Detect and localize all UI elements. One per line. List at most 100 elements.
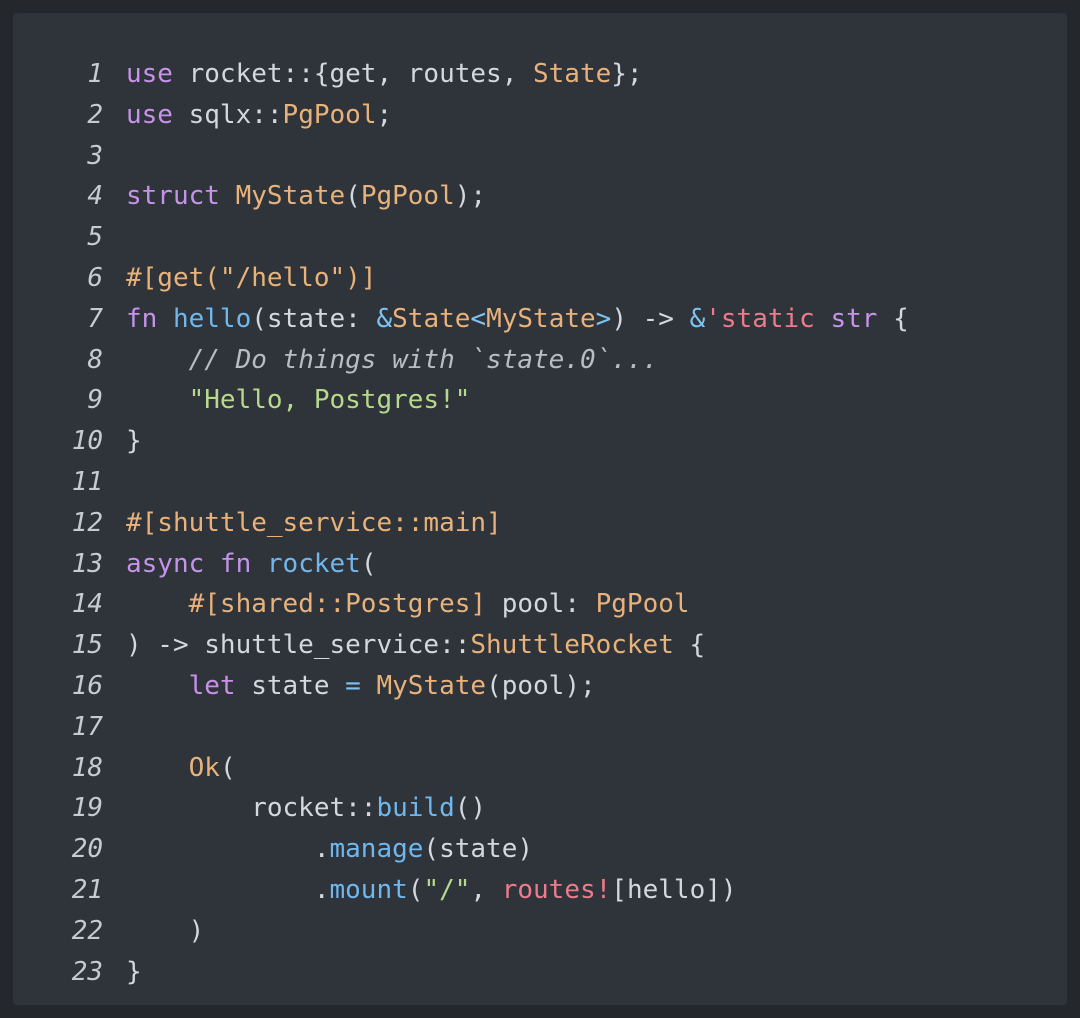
code-token: > xyxy=(595,303,612,334)
code-line: 7 fn hello(state: &State<MyState>) -> &'s… xyxy=(13,299,1067,340)
code-token: . xyxy=(126,834,330,865)
line-number: 10 xyxy=(71,426,103,457)
code-token: rocket xyxy=(266,548,361,579)
code-token: "/" xyxy=(423,874,471,905)
code-line: 18 Ok( xyxy=(13,748,1067,789)
code-line: 13 async fn rocket( xyxy=(13,544,1067,585)
code-line: 9 "Hello, Postgres!" xyxy=(13,380,1067,421)
line-number: 21 xyxy=(71,874,103,905)
line-code: #[shuttle_service::main] xyxy=(126,503,502,544)
line-code: let state = MyState(pool); xyxy=(126,666,596,707)
code-token: , xyxy=(470,874,502,905)
code-token: MyState xyxy=(376,670,487,701)
code-line: 11 xyxy=(13,462,1067,503)
line-code: } xyxy=(126,421,142,462)
line-number: 15 xyxy=(71,630,103,661)
code-token: () xyxy=(454,793,487,824)
code-token: [hello]) xyxy=(611,874,737,905)
code-token: hello xyxy=(172,303,252,334)
line-code: fn hello(state: &State<MyState>) -> &'st… xyxy=(126,299,909,340)
code-token: } xyxy=(126,426,142,457)
line-number: 14 xyxy=(71,589,103,620)
code-token: ( xyxy=(345,181,361,212)
code-token: ShuttleRocket xyxy=(470,630,674,661)
code-token: (pool); xyxy=(486,670,596,701)
code-token: Ok xyxy=(188,752,220,783)
code-token: manage xyxy=(329,834,424,865)
line-code: ) -> shuttle_service::ShuttleRocket { xyxy=(126,625,705,666)
line-code: use rocket::{get, routes, State}; xyxy=(126,54,643,95)
line-number: 13 xyxy=(71,548,103,579)
code-editor-panel: 1 use rocket::{get, routes, State}; 2 use s… xyxy=(13,13,1067,1005)
line-number: 3 xyxy=(87,140,103,171)
line-number: 11 xyxy=(71,466,103,497)
code-line: 2 use sqlx::PgPool; xyxy=(13,95,1067,136)
code-token: #[shared::Postgres] xyxy=(188,589,487,620)
line-code: // Do things with `state.0`... xyxy=(126,340,659,381)
code-token: ; xyxy=(376,99,393,130)
code-line: 23} xyxy=(13,952,1067,993)
line-code: .manage(state) xyxy=(126,829,533,870)
code-token: state xyxy=(235,670,346,701)
line-code: #[get("/hello")] xyxy=(126,258,376,299)
code-token: let xyxy=(188,670,236,701)
line-number: 23 xyxy=(71,956,103,987)
line-number: 4 xyxy=(87,181,103,212)
code-token: PgPool xyxy=(595,589,690,620)
code-line: 17 xyxy=(13,707,1067,748)
line-number: 16 xyxy=(71,670,103,701)
code-line: 8 // Do things with `state.0`... xyxy=(13,340,1067,381)
code-token: }; xyxy=(611,59,643,89)
code-token: rocket::{get, routes, xyxy=(172,59,533,89)
code-token: rocket:: xyxy=(126,793,377,824)
code-token: 'static xyxy=(705,303,815,334)
code-token: sqlx:: xyxy=(172,99,283,130)
code-token: PgPool xyxy=(282,99,377,130)
code-line: 4 struct MyState(PgPool); xyxy=(13,176,1067,217)
code-line: 10} xyxy=(13,421,1067,462)
line-code: use sqlx::PgPool; xyxy=(126,95,392,136)
code-token: < xyxy=(470,303,487,334)
line-number: 5 xyxy=(87,222,103,253)
line-code: } xyxy=(126,952,142,993)
code-token: (state: xyxy=(251,303,377,334)
code-token: fn xyxy=(126,303,158,334)
line-number: 1 xyxy=(87,59,103,89)
code-token: State xyxy=(533,59,612,89)
code-line: 22 ) xyxy=(13,911,1067,952)
code-token: mount xyxy=(329,874,408,905)
code-line: 5 xyxy=(13,217,1067,258)
code-token: } xyxy=(126,956,142,987)
code-token: pool: xyxy=(486,589,596,620)
code-line: 16 let state = MyState(pool); xyxy=(13,666,1067,707)
line-code: "Hello, Postgres!" xyxy=(126,380,471,421)
code-token: #[shuttle_service::main] xyxy=(126,507,502,538)
line-number: 8 xyxy=(87,344,103,375)
code-line: 12 #[shuttle_service::main] xyxy=(13,503,1067,544)
line-number: 2 xyxy=(87,99,103,130)
code-line: 19 rocket::build() xyxy=(13,788,1067,829)
code-line: 6 #[get("/hello")] xyxy=(13,258,1067,299)
code-token: ) -> xyxy=(611,303,690,334)
line-number: 18 xyxy=(71,752,103,783)
code-line: 1 use rocket::{get, routes, State}; xyxy=(13,54,1067,95)
code-token: use xyxy=(126,99,173,130)
line-code: struct MyState(PgPool); xyxy=(126,176,486,217)
line-number: 6 xyxy=(87,262,103,293)
line-number: 7 xyxy=(87,303,103,334)
code-token: PgPool xyxy=(360,181,455,212)
code-line: 15 ) -> shuttle_service::ShuttleRocket { xyxy=(13,625,1067,666)
code-token: // Do things with `state.0`... xyxy=(188,344,659,375)
code-token: use xyxy=(126,59,173,89)
code-line: 14 #[shared::Postgres] pool: PgPool xyxy=(13,584,1067,625)
line-code: async fn rocket( xyxy=(126,544,376,585)
code-token: ) -> shuttle_service:: xyxy=(126,630,471,661)
line-number: 22 xyxy=(71,915,103,946)
